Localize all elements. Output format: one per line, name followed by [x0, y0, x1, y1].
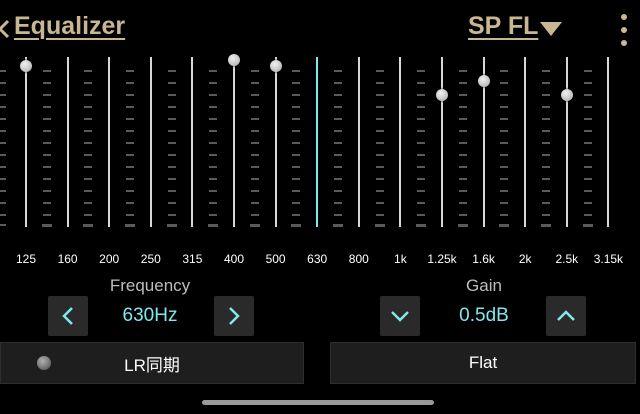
eq-band-315[interactable] — [172, 52, 212, 232]
flat-button[interactable]: Flat — [330, 342, 636, 384]
eq-band-track — [441, 57, 443, 227]
eq-band-160[interactable] — [48, 52, 88, 232]
eq-band-track — [524, 57, 527, 227]
eq-band-3.15k[interactable] — [588, 52, 628, 232]
eq-band-knob[interactable] — [436, 88, 448, 101]
eq-scale-tick — [0, 214, 6, 216]
eq-band-200[interactable] — [89, 52, 129, 232]
eq-band-2k[interactable] — [505, 52, 545, 232]
header: Equalizer SP FL — [0, 0, 640, 58]
eq-band-500[interactable] — [256, 52, 296, 232]
home-indicator — [202, 400, 434, 405]
eq-scale-tick — [0, 202, 6, 204]
eq-scale-tick — [0, 154, 6, 156]
triangle-down-icon[interactable] — [539, 21, 563, 37]
eq-band-track — [108, 57, 111, 227]
eq-scale-tick — [0, 224, 6, 226]
frequency-prev-button[interactable] — [48, 296, 88, 336]
channel-selector[interactable]: SP FL — [468, 12, 538, 41]
chevron-left-icon[interactable] — [0, 18, 12, 40]
eq-band-400[interactable] — [214, 52, 254, 232]
eq-band-track — [191, 57, 194, 227]
lr-sync-indicator — [37, 356, 51, 370]
lr-sync-label: LR同期 — [124, 355, 180, 375]
eq-band-knob[interactable] — [560, 88, 573, 101]
lr-sync-button[interactable]: LR同期 — [0, 342, 304, 384]
eq-band-knob[interactable] — [269, 60, 282, 72]
eq-scale-tick — [0, 118, 6, 120]
frequency-label: Frequency — [109, 276, 191, 295]
eq-band-2.5k[interactable] — [547, 52, 587, 232]
chevron-up-icon — [557, 310, 575, 321]
gain-up-button[interactable] — [546, 296, 586, 336]
vertical-dots-icon[interactable] — [618, 12, 630, 48]
eq-band-1.25k[interactable] — [422, 52, 462, 232]
eq-band-track — [607, 57, 610, 227]
flat-label: Flat — [468, 353, 498, 372]
eq-scale-tick — [0, 130, 6, 132]
eq-scale-tick — [0, 190, 6, 192]
gain-down-button[interactable] — [380, 296, 420, 336]
chevron-left-icon — [62, 307, 73, 325]
gain-label: Gain — [466, 276, 502, 295]
eq-band-knob[interactable] — [477, 75, 490, 87]
eq-band-250[interactable] — [131, 52, 171, 232]
eq-band-track — [357, 57, 360, 227]
chevron-down-icon — [391, 311, 409, 322]
frequency-value: 630Hz — [122, 305, 178, 326]
eq-band-label: 3.15k — [593, 252, 624, 266]
eq-band-1k[interactable] — [380, 52, 420, 232]
page-title[interactable]: Equalizer — [14, 12, 125, 41]
equalizer-sliders — [0, 52, 640, 232]
eq-band-track — [316, 57, 319, 227]
eq-band-knob[interactable] — [228, 54, 240, 66]
frequency-next-button[interactable] — [214, 296, 254, 336]
eq-scale-tick — [0, 178, 6, 180]
eq-scale-tick — [0, 106, 6, 108]
eq-scale-tick — [0, 82, 6, 84]
eq-scale-tick — [0, 142, 6, 144]
eq-band-800[interactable] — [339, 52, 379, 232]
eq-band-track — [233, 57, 235, 227]
eq-scale-tick — [0, 166, 6, 168]
chevron-right-icon — [229, 307, 240, 325]
eq-band-track — [565, 57, 568, 227]
eq-band-track — [274, 57, 277, 227]
eq-band-track — [66, 57, 69, 227]
eq-band-track — [149, 57, 152, 227]
eq-scale-tick — [0, 94, 6, 96]
eq-band-track — [399, 57, 402, 227]
frequency-labels: 125 160 200 250 315 400 500 630 800 1k 1.25k 1.6k 2k… — [0, 252, 640, 268]
eq-band-125[interactable] — [6, 52, 46, 232]
eq-band-knob[interactable] — [20, 60, 32, 72]
gain-value: 0.5dB — [459, 305, 509, 326]
eq-band-630[interactable] — [297, 52, 337, 232]
eq-band-track — [25, 57, 27, 227]
eq-scale-tick — [0, 70, 6, 72]
